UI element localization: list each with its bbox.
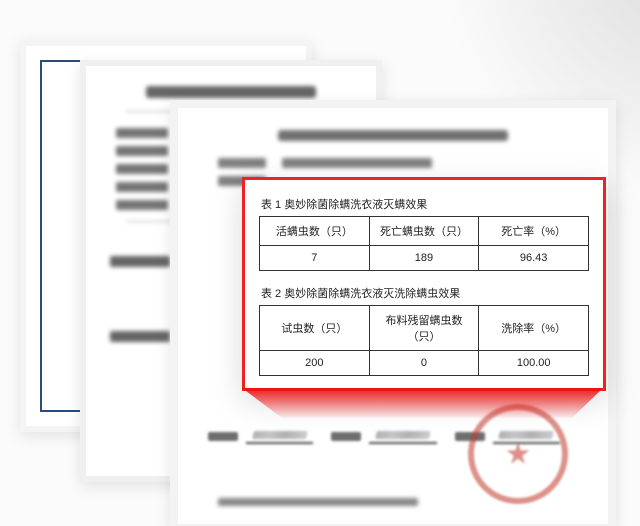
table-row: 200 0 100.00 (260, 351, 589, 376)
table1-rate: 96.43 (479, 246, 589, 271)
table1-caption: 表 1 奥妙除菌除螨洗衣液灭螨效果 (261, 196, 589, 212)
callout-box: 表 1 奥妙除菌除螨洗衣液灭螨效果 活螨虫数（只） 死亡螨虫数（只） 死亡率（%… (242, 177, 606, 391)
table2-header: 试虫数（只） (260, 306, 370, 351)
doc-title-placeholder (278, 130, 508, 141)
table2: 试虫数（只） 布料残留螨虫数（只） 洗除率（%） 200 0 100.00 (259, 305, 589, 376)
table1-header: 死亡螨虫数（只） (369, 217, 479, 246)
table2-rate: 100.00 (479, 351, 589, 376)
table-row: 7 189 96.43 (260, 246, 589, 271)
table1-dead: 189 (369, 246, 479, 271)
table2-header: 布料残留螨虫数（只） (369, 306, 479, 351)
table1-header: 死亡率（%） (479, 217, 589, 246)
table2-residual: 0 (369, 351, 479, 376)
stage: 表 1 奥妙除菌除螨洗衣液灭螨效果 活螨虫数（只） 死亡螨虫数（只） 死亡率（%… (0, 0, 640, 526)
official-stamp (468, 404, 568, 504)
table2-header: 洗除率（%） (479, 306, 589, 351)
doc-title-placeholder (146, 86, 316, 98)
table1: 活螨虫数（只） 死亡螨虫数（只） 死亡率（%） 7 189 96.43 (259, 216, 589, 271)
table1-header: 活螨虫数（只） (260, 217, 370, 246)
footer-text-placeholder (218, 498, 418, 506)
table2-caption: 表 2 奥妙除菌除螨洗衣液灭洗除螨虫效果 (261, 285, 589, 301)
table1-alive: 7 (260, 246, 370, 271)
table2-total: 200 (260, 351, 370, 376)
